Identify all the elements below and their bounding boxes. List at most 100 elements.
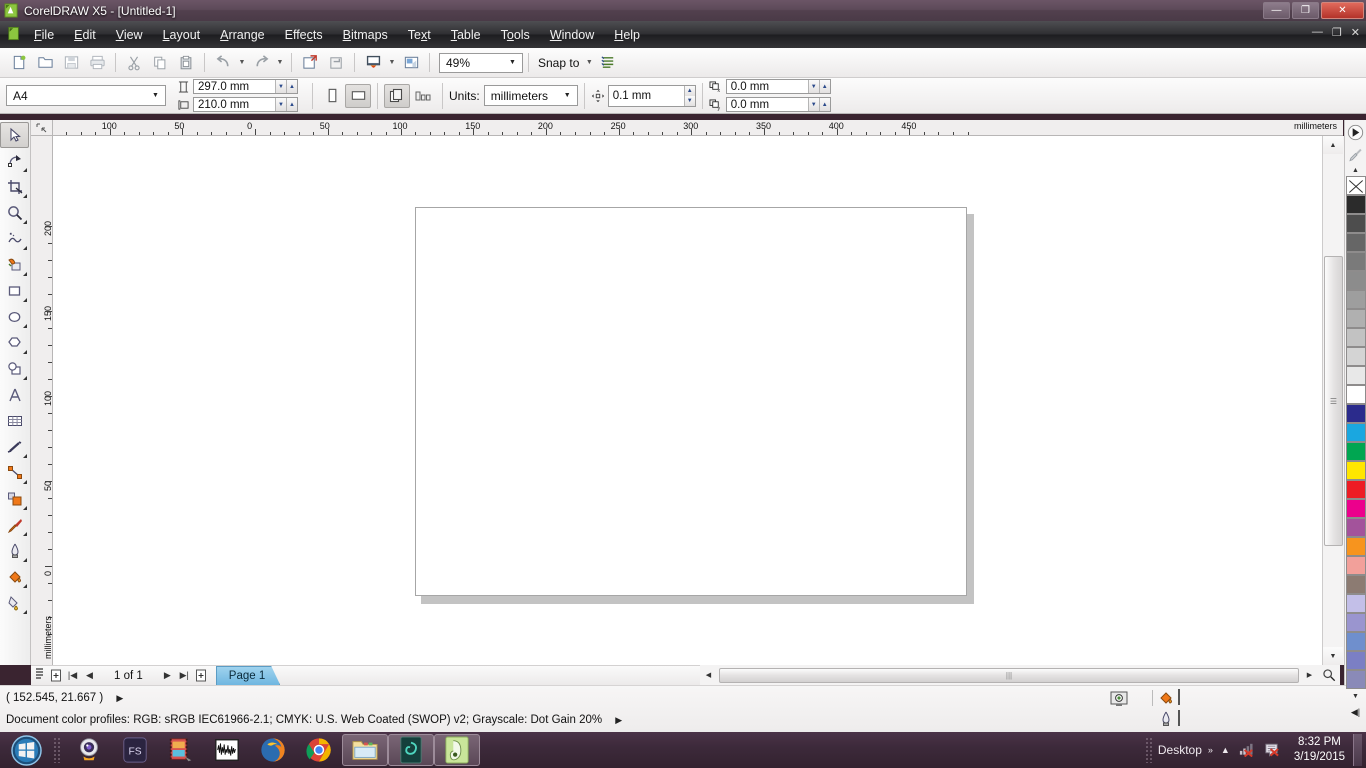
- chevron-down-icon[interactable]: ▼: [148, 87, 163, 105]
- all-pages-button[interactable]: [384, 83, 410, 108]
- coreldraw-window-button[interactable]: [434, 734, 480, 766]
- ellipse-tool[interactable]: [0, 304, 29, 330]
- connector-tool[interactable]: [0, 460, 29, 486]
- duplicate-x-decrement[interactable]: ▼: [807, 80, 819, 93]
- print-document-button[interactable]: [84, 51, 110, 75]
- add-page-before-button[interactable]: [47, 667, 64, 685]
- video-editor-app-button[interactable]: [158, 734, 204, 766]
- menu-edit[interactable]: Edit: [64, 25, 106, 45]
- fill-color-icon[interactable]: [1158, 690, 1174, 709]
- close-button[interactable]: ✕: [1321, 2, 1364, 19]
- mdi-close-button[interactable]: ✕: [1351, 26, 1360, 39]
- palette-swatch[interactable]: [1345, 499, 1366, 518]
- outline-color-icon[interactable]: [1158, 711, 1174, 730]
- palette-swatch[interactable]: [1345, 575, 1366, 594]
- pick-tool[interactable]: [0, 122, 29, 148]
- minimize-button[interactable]: —: [1263, 2, 1290, 19]
- open-document-button[interactable]: [32, 51, 58, 75]
- paper-type-combo[interactable]: A4 ▼: [6, 85, 166, 106]
- flyout-arrow[interactable]: [23, 272, 27, 276]
- chevron-down-icon[interactable]: ▼: [505, 54, 520, 72]
- redo-button[interactable]: [248, 51, 274, 75]
- text-tool[interactable]: [0, 382, 29, 408]
- coordinates-expand-arrow[interactable]: ▶: [116, 693, 123, 704]
- zoom-tool[interactable]: [0, 200, 29, 226]
- palette-swatch[interactable]: [1345, 442, 1366, 461]
- page-height-input[interactable]: 210.0 mm ▼ ▲: [193, 97, 298, 112]
- menu-table[interactable]: Table: [441, 25, 491, 45]
- landscape-orientation-button[interactable]: [345, 83, 371, 108]
- next-page-button[interactable]: ▶: [159, 667, 176, 685]
- outline-black-swatch[interactable]: [1178, 710, 1180, 726]
- menu-file[interactable]: File: [24, 25, 64, 45]
- nudge-offset-input[interactable]: 0.1 mm ▲ ▼: [607, 84, 696, 107]
- duplicate-x-increment[interactable]: ▲: [818, 80, 830, 93]
- palette-swatch[interactable]: [1345, 613, 1366, 632]
- clock[interactable]: 8:32 PM 3/19/2015: [1294, 735, 1345, 765]
- outline-tool[interactable]: [0, 538, 29, 564]
- portrait-orientation-button[interactable]: [319, 84, 345, 108]
- scroll-up-button[interactable]: ▲: [1323, 136, 1343, 154]
- show-desktop-button[interactable]: [1353, 734, 1362, 766]
- palette-menu-icon[interactable]: [1345, 120, 1366, 144]
- flyout-arrow[interactable]: [23, 220, 27, 224]
- last-page-button[interactable]: ▶|: [176, 667, 193, 685]
- freehand-tool[interactable]: [0, 226, 29, 252]
- document-page[interactable]: [415, 207, 967, 596]
- new-document-button[interactable]: [6, 51, 32, 75]
- vertical-scrollbar[interactable]: ▲ ☰ ▼: [1322, 136, 1344, 665]
- horizontal-ruler[interactable]: 15010050050100150200250300350400450milli…: [53, 120, 1343, 136]
- export-button[interactable]: [323, 51, 349, 75]
- firefox-app-button[interactable]: [250, 734, 296, 766]
- fs-app-button[interactable]: FS: [112, 734, 158, 766]
- corel-connect-button[interactable]: [398, 51, 424, 75]
- fill-none-swatch[interactable]: [1178, 689, 1180, 705]
- options-button[interactable]: [595, 51, 621, 75]
- undo-button[interactable]: [210, 51, 236, 75]
- menu-view[interactable]: View: [106, 25, 153, 45]
- first-page-button[interactable]: |◀: [64, 667, 81, 685]
- palette-swatch[interactable]: [1345, 423, 1366, 442]
- menu-layout[interactable]: Layout: [153, 25, 211, 45]
- duplicate-x-input[interactable]: 0.0 mm ▼ ▲: [725, 79, 831, 94]
- copy-button[interactable]: [147, 51, 173, 75]
- scroll-down-button[interactable]: ▼: [1323, 647, 1343, 665]
- flyout-arrow[interactable]: [23, 584, 27, 588]
- undo-dropdown-arrow[interactable]: ▼: [236, 51, 248, 75]
- snap-to-label[interactable]: Snap to: [534, 56, 583, 70]
- audio-editor-app-button[interactable]: [204, 734, 250, 766]
- palette-swatch[interactable]: [1345, 480, 1366, 499]
- desktop-toolbar-label[interactable]: Desktop: [1158, 743, 1202, 757]
- page-width-decrement[interactable]: ▼: [275, 80, 286, 93]
- palette-swatch[interactable]: [1345, 309, 1366, 328]
- dimension-tool[interactable]: [0, 434, 29, 460]
- redo-dropdown-arrow[interactable]: ▼: [274, 51, 286, 75]
- smart-fill-tool[interactable]: [0, 252, 29, 278]
- units-combo[interactable]: millimeters ▼: [483, 85, 578, 106]
- flyout-arrow[interactable]: [23, 532, 27, 536]
- palette-swatch[interactable]: [1345, 556, 1366, 575]
- fill-tool[interactable]: [0, 564, 29, 590]
- menu-bitmaps[interactable]: Bitmaps: [333, 25, 398, 45]
- start-button[interactable]: [3, 734, 49, 766]
- page-tab-1[interactable]: Page 1: [216, 666, 280, 685]
- eyedropper-icon[interactable]: [1345, 144, 1366, 164]
- duplicate-y-input[interactable]: 0.0 mm ▼ ▲: [725, 97, 831, 112]
- color-eyedropper-tool[interactable]: [0, 512, 29, 538]
- show-hidden-icons-button[interactable]: ▲: [1221, 745, 1230, 755]
- palette-swatch[interactable]: [1345, 537, 1366, 556]
- basic-shapes-tool[interactable]: [0, 356, 29, 382]
- palette-swatch[interactable]: [1345, 385, 1366, 404]
- duplicate-y-decrement[interactable]: ▼: [807, 98, 819, 111]
- palette-swatch[interactable]: [1345, 594, 1366, 613]
- zoom-one-shot-button[interactable]: [1318, 666, 1340, 684]
- palette-swatch[interactable]: [1345, 651, 1366, 670]
- current-page-button[interactable]: [410, 84, 436, 108]
- cut-button[interactable]: [121, 51, 147, 75]
- menu-help[interactable]: Help: [604, 25, 650, 45]
- palette-swatch[interactable]: [1345, 271, 1366, 290]
- file-explorer-window-button[interactable]: [342, 734, 388, 766]
- flyout-arrow[interactable]: [23, 194, 27, 198]
- application-launcher-dropdown-arrow[interactable]: ▼: [386, 51, 398, 75]
- action-center-error-icon[interactable]: [1263, 741, 1280, 760]
